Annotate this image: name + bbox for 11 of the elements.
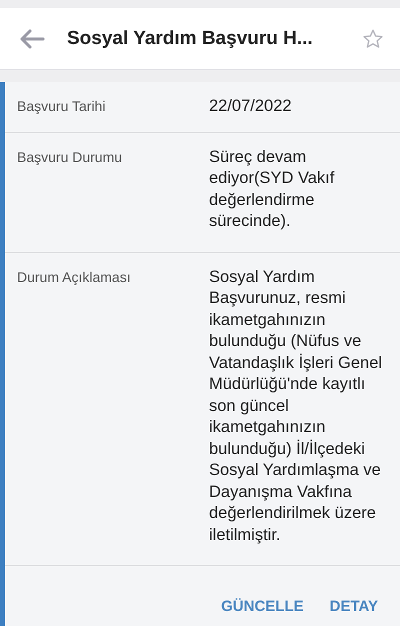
action-button[interactable]: DETAY [322, 592, 386, 621]
back-arrow-icon[interactable] [19, 28, 45, 48]
page-title: Sosyal Yardım Başvuru H... [67, 28, 314, 50]
star-icon[interactable] [362, 28, 384, 50]
field-label: Durum Açıklaması [17, 268, 132, 287]
action-button[interactable]: GÜNCELLE [213, 592, 312, 621]
field-label: Başvuru Durumu [17, 148, 124, 167]
field-value: Süreç devam ediyor(SYD Vakıf değerlendirme sürecinde). [209, 146, 336, 232]
field-value: Sosyal Yardım Başvurunuz, resmi ikametgahınızın bulunduğu (Nüfus ve Vatandaşlık İşleri Genel Müdürlüğü'nde kayıtlı son güncel ikametgahınızın bulunduğu) İl/İlçedeki Sosyal Yardımlaşma ve Dayanışma Vakfına değerlendirilmek üzere iletilmiştir. [209, 266, 384, 546]
field-label: Başvuru Tarihi [17, 97, 106, 116]
field-value: 22/07/2022 [209, 96, 293, 117]
